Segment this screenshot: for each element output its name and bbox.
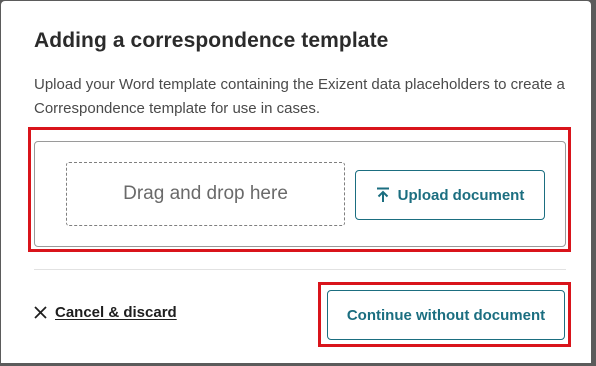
footer-divider [34,269,566,270]
cancel-label: Cancel & discard [55,304,177,321]
dialog-description: Upload your Word template containing the… [34,76,565,117]
close-icon [34,306,47,319]
cancel-discard-link[interactable]: Cancel & discard [34,304,177,321]
annotation-highlight-upload [28,127,571,252]
dialog-title: Adding a correspondence template [34,29,389,52]
correspondence-template-dialog: Adding a correspondence template Upload … [1,1,591,363]
annotation-highlight-continue [318,282,571,347]
